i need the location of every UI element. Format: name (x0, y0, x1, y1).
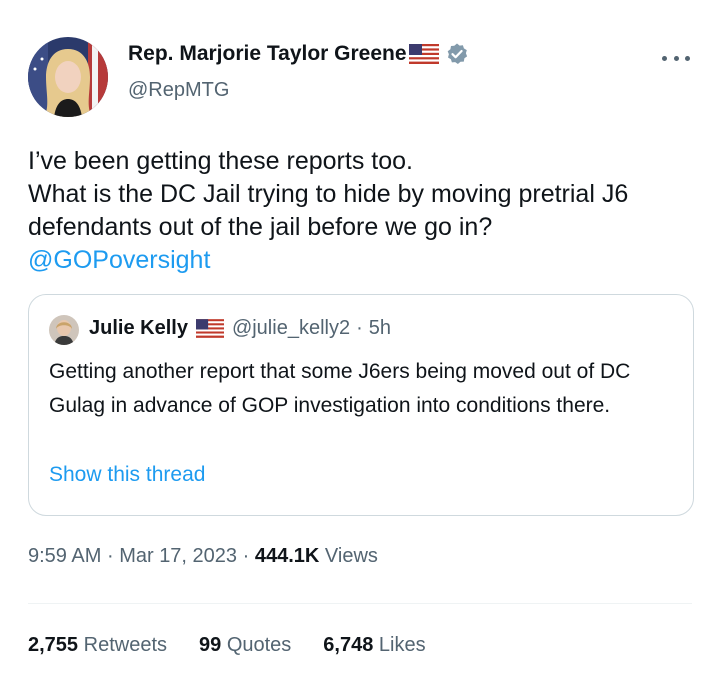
us-flag-icon (195, 319, 224, 338)
quotes-count: 99 (199, 634, 222, 656)
more-options-icon[interactable] (662, 50, 690, 66)
retweets-stat[interactable]: 2,755 Retweets (28, 634, 167, 657)
tweet-time[interactable]: 9:59 AM (28, 545, 101, 567)
tweet-body: I’ve been getting these reports too. Wha… (28, 145, 688, 277)
author-handle[interactable]: @RepMTG (128, 79, 229, 102)
mention-link[interactable]: @GOPoversight (28, 244, 688, 277)
quote-separator: · (356, 317, 363, 339)
tweet-text: I’ve been getting these reports too. Wha… (28, 147, 629, 241)
views-label: Views (324, 545, 378, 567)
views-count: 444.1K (254, 545, 320, 567)
author-name-row[interactable]: Rep. Marjorie Taylor Greene (128, 42, 469, 66)
retweets-label: Retweets (83, 634, 167, 656)
avatar-image (28, 37, 108, 117)
quotes-label: Quotes (226, 634, 292, 656)
likes-count: 6,748 (323, 634, 374, 656)
quote-tweet-card[interactable]: Julie Kelly @julie_kelly2 · 5h Getting a… (28, 294, 694, 516)
quote-avatar (49, 315, 79, 345)
quotes-stat[interactable]: 99 Quotes (199, 634, 291, 657)
verified-badge-icon[interactable] (445, 42, 469, 66)
tweet-meta: 9:59 AM · Mar 17, 2023 · 444.1K Views (28, 545, 378, 568)
meta-separator: · (106, 545, 114, 567)
divider (28, 603, 692, 604)
meta-separator: · (242, 545, 250, 567)
more-dot (662, 55, 667, 61)
author-avatar[interactable] (28, 37, 108, 117)
quote-timestamp[interactable]: 5h (369, 317, 391, 340)
likes-label: Likes (378, 634, 426, 656)
author-name[interactable]: Rep. Marjorie Taylor Greene (128, 42, 407, 66)
engagement-stats: 2,755 Retweets 99 Quotes 6,748 Likes (28, 634, 458, 657)
quote-author-name[interactable]: Julie Kelly (89, 317, 188, 340)
quote-text: Getting another report that some J6ers b… (49, 360, 631, 417)
more-dot (673, 55, 679, 61)
likes-stat[interactable]: 6,748 Likes (323, 634, 425, 657)
tweet-date[interactable]: Mar 17, 2023 (119, 545, 237, 567)
quote-author-handle[interactable]: @julie_kelly2 (232, 317, 350, 340)
quote-header: Julie Kelly @julie_kelly2 · 5h (89, 317, 391, 340)
show-thread-link[interactable]: Show this thread (49, 463, 205, 487)
retweets-count: 2,755 (28, 634, 79, 656)
us-flag-icon (408, 44, 439, 64)
more-dot (685, 55, 690, 61)
quote-avatar-image (49, 315, 79, 345)
